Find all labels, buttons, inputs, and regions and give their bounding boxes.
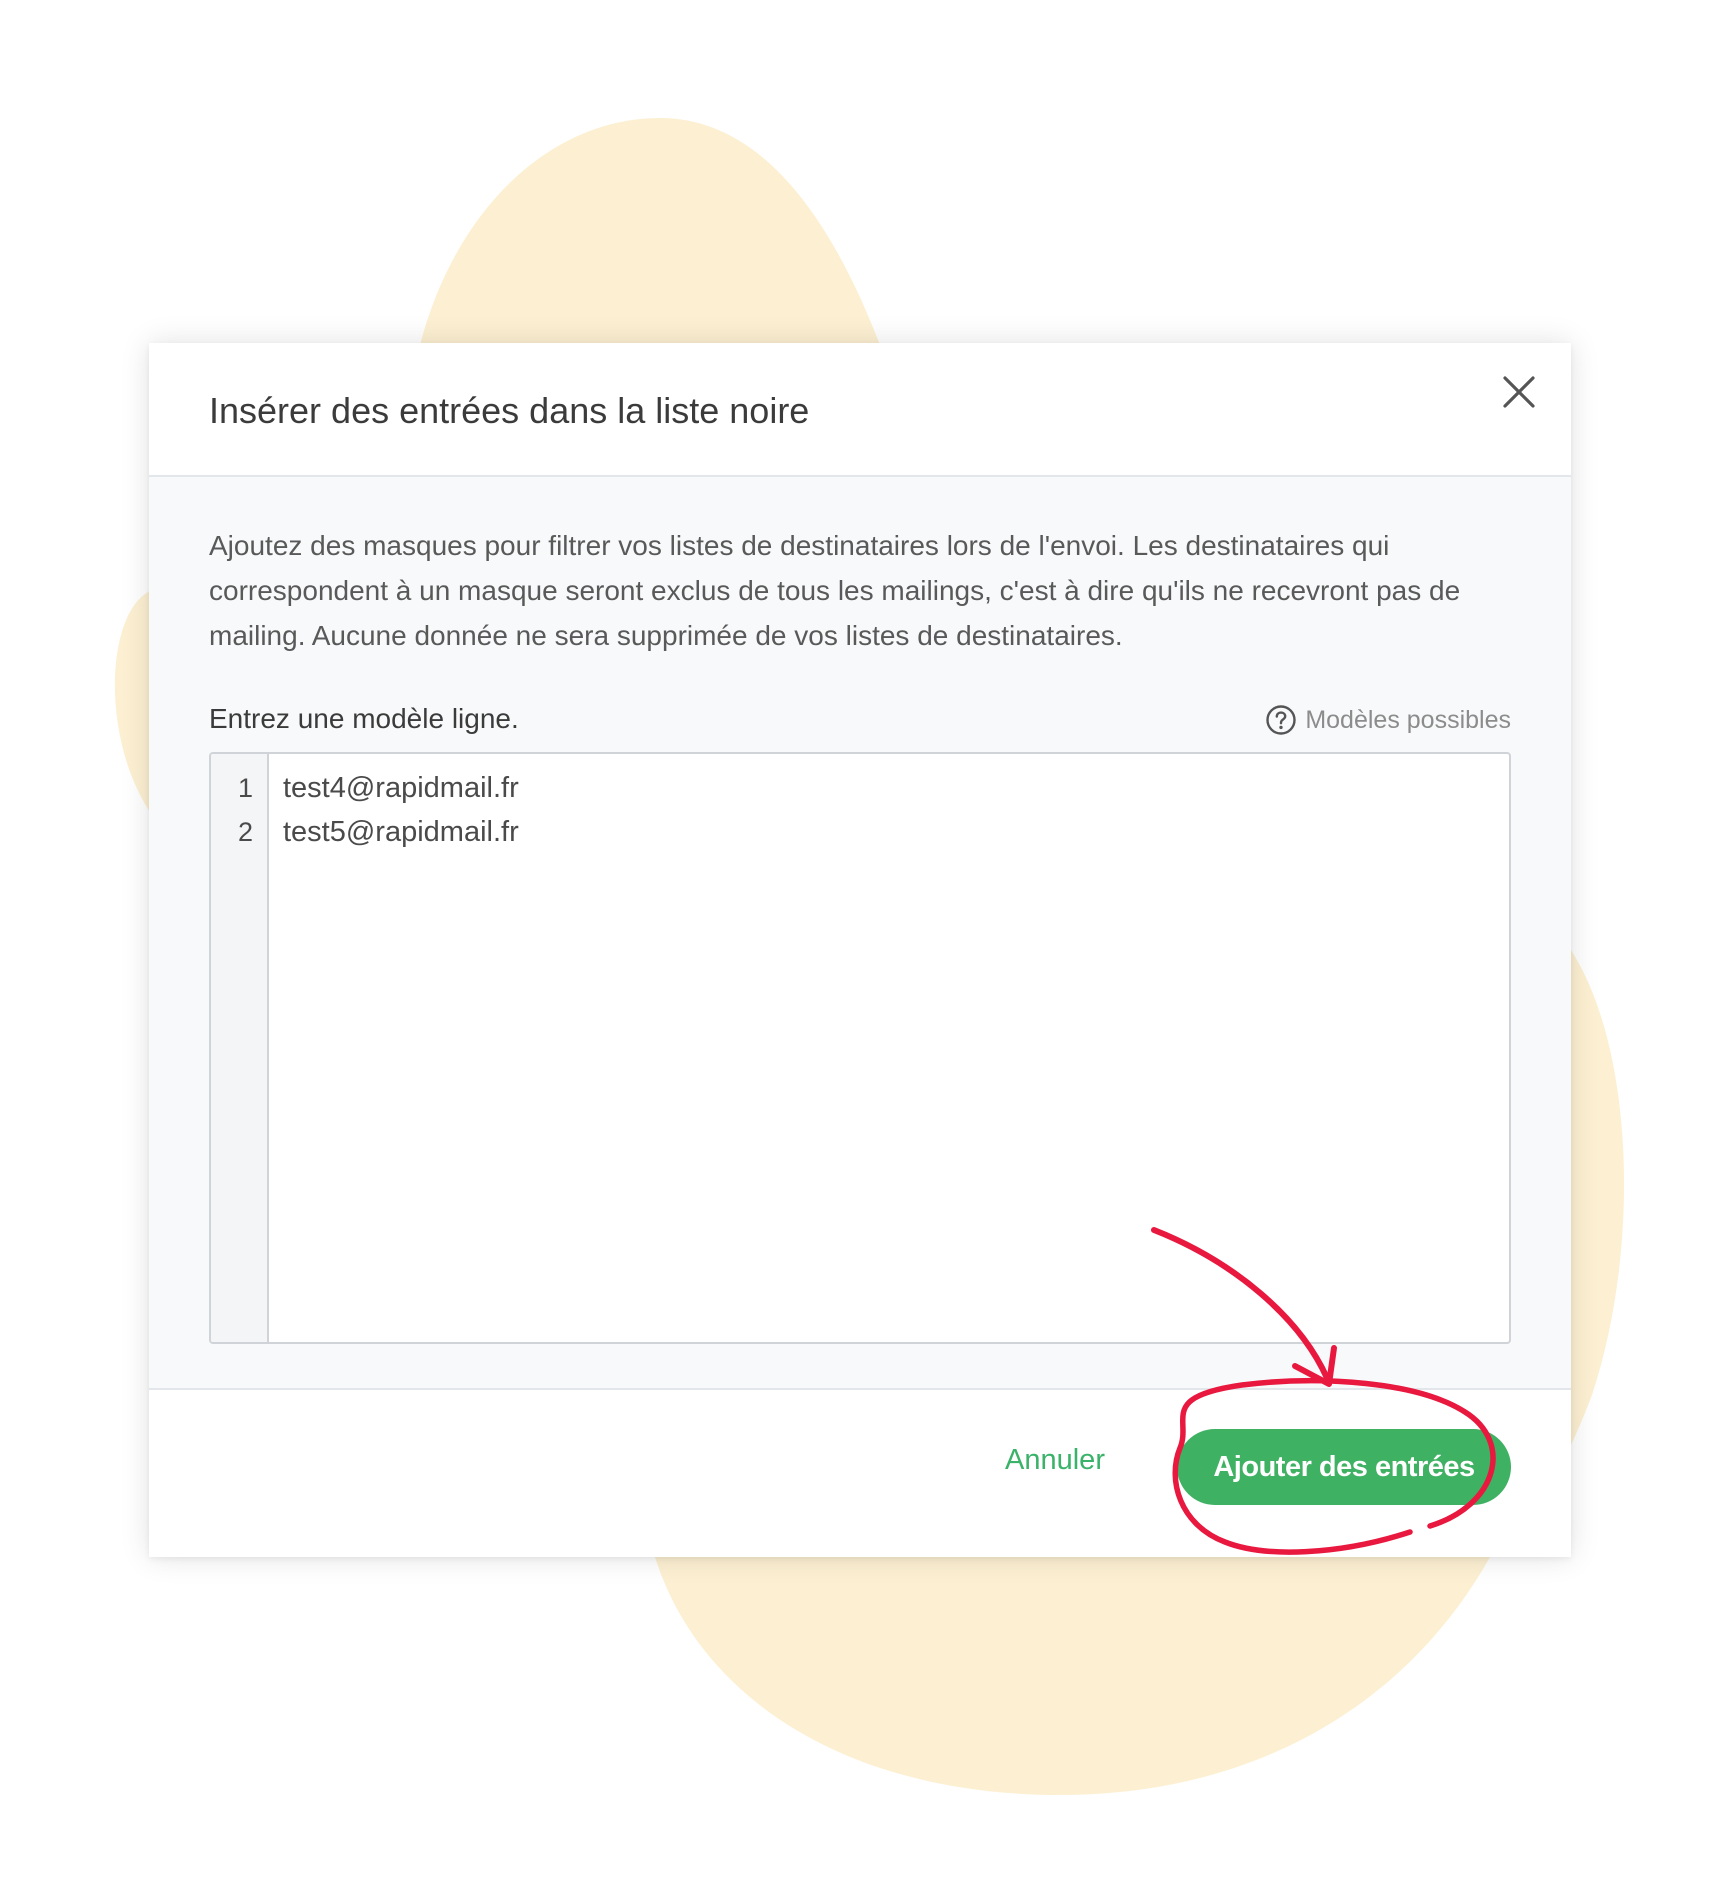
pattern-input-area[interactable]: test4@rapidmail.fr test5@rapidmail.fr: [269, 754, 1509, 1342]
line-number: 2: [237, 817, 253, 847]
question-circle-icon: [1266, 705, 1297, 735]
possible-patterns-label: Modèles possibles: [1305, 706, 1511, 734]
add-entries-button[interactable]: Ajouter des entrées: [1177, 1429, 1511, 1505]
pattern-line[interactable]: test5@rapidmail.fr: [283, 810, 1509, 854]
cancel-button[interactable]: Annuler: [995, 1429, 1115, 1491]
close-icon: [1503, 376, 1535, 408]
close-button[interactable]: [1497, 370, 1541, 414]
dialog-header: Insérer des entrées dans la liste noire: [149, 343, 1571, 477]
line-number-gutter: 1 2: [211, 754, 269, 1342]
blacklist-dialog: Insérer des entrées dans la liste noire …: [149, 343, 1571, 1557]
line-number: 1: [237, 773, 253, 803]
pattern-field-label: Entrez une modèle ligne.: [209, 703, 519, 734]
dialog-footer: Annuler Ajouter des entrées: [149, 1390, 1571, 1557]
dialog-description: Ajoutez des masques pour filtrer vos lis…: [209, 530, 1461, 651]
pattern-line[interactable]: test4@rapidmail.fr: [283, 766, 1509, 810]
dialog-body: Ajoutez des masques pour filtrer vos lis…: [149, 477, 1571, 1390]
dialog-title: Insérer des entrées dans la liste noire: [209, 390, 810, 431]
possible-patterns-link[interactable]: Modèles possibles: [1265, 700, 1511, 740]
pattern-editor[interactable]: 1 2 test4@rapidmail.fr test5@rapidmail.f…: [209, 752, 1511, 1344]
